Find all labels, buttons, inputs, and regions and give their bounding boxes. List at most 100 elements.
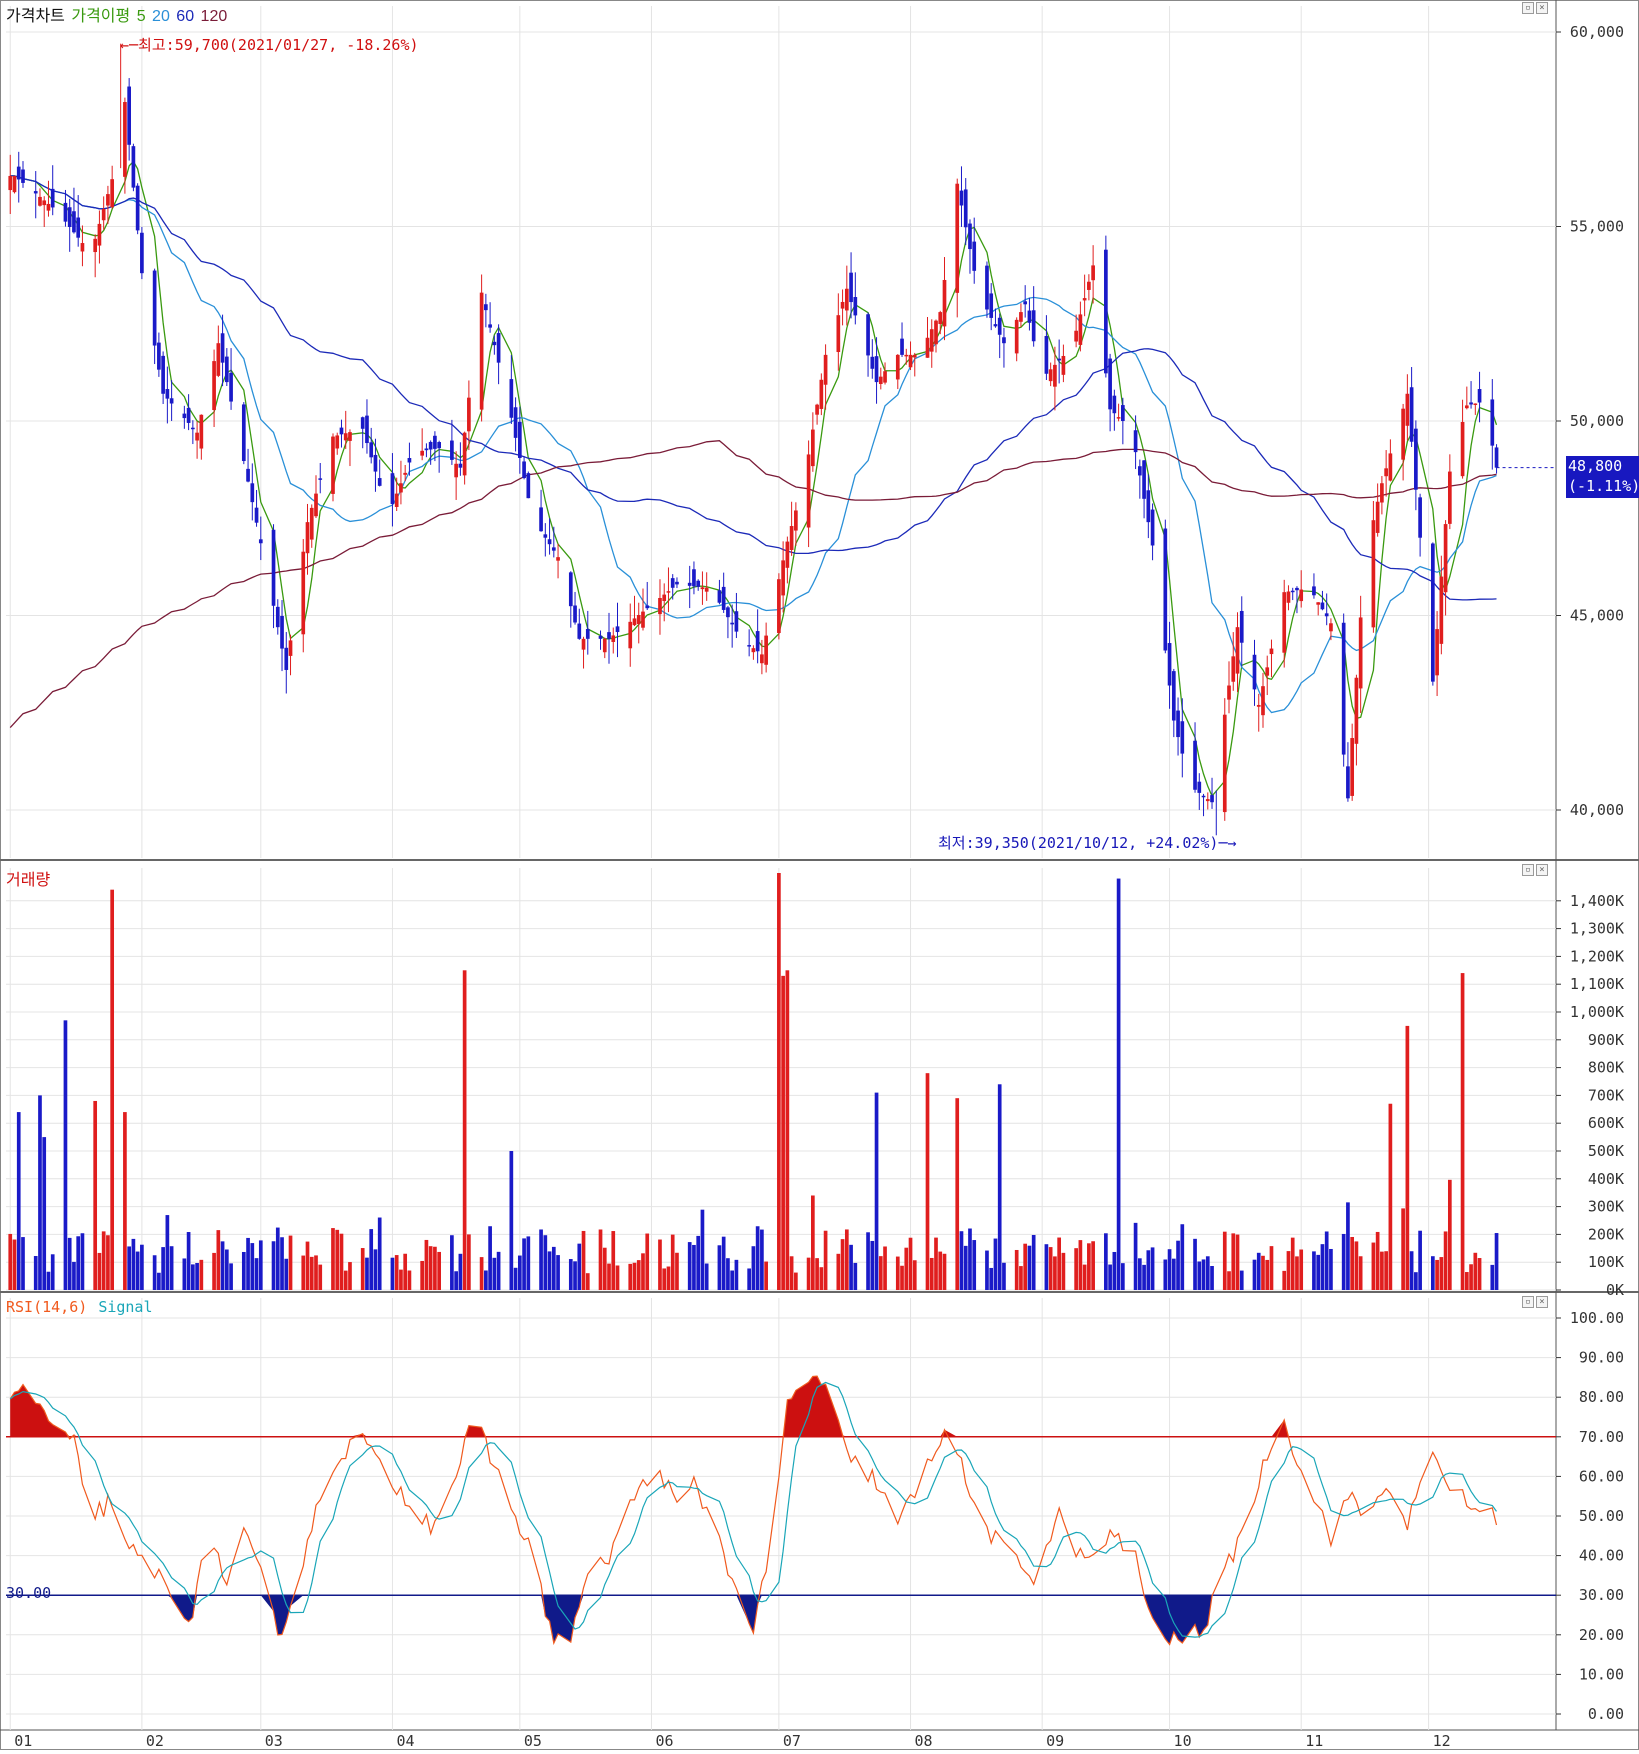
volume-bar <box>424 1239 429 1290</box>
candle-body <box>1290 590 1295 593</box>
high-annotation: ←─최고:59,700(2021/01/27, -18.26%) <box>120 36 419 54</box>
volume-bar <box>1210 1266 1214 1290</box>
volume-bar <box>1316 1254 1321 1290</box>
volume-bar <box>585 1273 590 1290</box>
candle-body <box>161 355 165 394</box>
volume-bar <box>972 1240 977 1290</box>
candle-body <box>878 376 883 385</box>
volume-bar <box>335 1229 340 1290</box>
candle-body <box>1473 403 1478 405</box>
candle-body <box>1197 781 1202 793</box>
current-price: 48,800 <box>1568 457 1623 475</box>
candle-body <box>46 203 51 211</box>
candle-body <box>186 407 191 423</box>
volume-bar <box>314 1255 318 1290</box>
candle-body <box>611 635 616 642</box>
volume-bar <box>577 1243 582 1290</box>
volume-bar <box>72 1261 76 1290</box>
candle-body <box>450 440 454 460</box>
candle-body <box>785 541 790 568</box>
candle-body <box>1176 710 1180 738</box>
candle-body <box>628 621 633 649</box>
candle-body <box>704 587 709 592</box>
volume-bar <box>1193 1238 1197 1290</box>
volume-bar <box>165 1215 170 1290</box>
volume-bar <box>1447 1179 1452 1290</box>
price-legend: 가격차트 가격이평 5 20 60 120 <box>6 2 229 26</box>
volume-bar <box>836 1253 841 1290</box>
candle-body <box>335 435 340 449</box>
volume-bar <box>140 1244 144 1290</box>
candle-body <box>127 86 131 145</box>
volume-bar <box>1116 878 1121 1290</box>
volume-close-icon[interactable]: × <box>1536 864 1548 876</box>
volume-bar <box>543 1235 548 1290</box>
candle-body <box>1418 497 1422 538</box>
candle-body <box>93 238 98 253</box>
volume-bar <box>1222 1231 1227 1290</box>
ma5-legend-label: 5 <box>136 8 146 25</box>
candle-body <box>1163 528 1168 651</box>
volume-bar <box>1324 1231 1329 1290</box>
volume-tick-label: 300K <box>1588 1198 1624 1216</box>
rsi-tick-label: 80.00 <box>1579 1388 1624 1406</box>
candle-body <box>1439 576 1444 644</box>
volume-bar <box>611 1231 616 1290</box>
candle-body <box>1137 466 1142 476</box>
volume-bar <box>1205 1256 1210 1290</box>
candle-body <box>849 272 853 303</box>
volume-bar <box>1014 1249 1019 1290</box>
volume-minimize-icon[interactable]: ▫ <box>1522 864 1534 876</box>
candle-body <box>1329 623 1333 632</box>
candle-body <box>1048 369 1053 382</box>
volume-bar <box>390 1257 395 1290</box>
candle-body <box>360 417 365 429</box>
volume-bar <box>989 1267 994 1290</box>
volume-bar <box>110 889 115 1290</box>
candle-body <box>717 590 722 603</box>
candle-body <box>700 587 705 590</box>
candle-body <box>1384 468 1388 477</box>
candle-body <box>140 232 144 274</box>
candle-body <box>925 337 930 358</box>
rsi-close-icon[interactable]: × <box>1536 1296 1548 1308</box>
candle-body <box>1201 795 1206 798</box>
candle-body <box>246 468 250 482</box>
volume-bar <box>1031 1234 1036 1290</box>
volume-bar <box>636 1260 641 1290</box>
candle-body <box>1324 613 1329 617</box>
volume-bar <box>1019 1266 1023 1290</box>
volume-bar <box>598 1229 603 1290</box>
panel-minimize-icon[interactable]: ▫ <box>1522 2 1534 14</box>
volume-legend-label: 거래량 <box>6 872 51 889</box>
volume-bar <box>80 1233 85 1290</box>
volume-bar <box>275 1227 280 1290</box>
rsi-minimize-icon[interactable]: ▫ <box>1522 1296 1534 1308</box>
volume-bar <box>199 1259 204 1290</box>
candle-body <box>305 522 310 554</box>
candle-body <box>687 582 692 586</box>
candle-body <box>1261 686 1265 716</box>
volume-bar <box>479 1257 484 1290</box>
volume-bar <box>123 1112 127 1290</box>
volume-bar <box>152 1255 157 1290</box>
volume-bar <box>1431 1256 1435 1290</box>
volume-bar <box>399 1269 403 1290</box>
rsi-tick-label: 10.00 <box>1579 1665 1624 1683</box>
panel-close-icon[interactable]: × <box>1536 2 1548 14</box>
volume-bar <box>1061 1252 1066 1290</box>
volume-bar <box>1150 1247 1155 1290</box>
stock-chart: 01 02 03 04 05 06 07 08 09 10 11 12 60,000 55,000 50,0… <box>0 0 1639 1750</box>
volume-bar <box>1112 1251 1117 1290</box>
volume-bar <box>1082 1264 1087 1290</box>
candle-body <box>67 207 72 227</box>
candle-body <box>1133 430 1138 453</box>
candle-body <box>1142 460 1146 499</box>
volume-bar <box>1299 1249 1304 1290</box>
volume-tick-label: 700K <box>1588 1086 1624 1104</box>
rsi-tick-label: 40.00 <box>1579 1547 1624 1565</box>
candle-body <box>301 551 306 635</box>
volume-bar <box>157 1272 161 1290</box>
candle-body <box>934 320 938 345</box>
volume-tick-label: 1,300K <box>1570 920 1624 938</box>
